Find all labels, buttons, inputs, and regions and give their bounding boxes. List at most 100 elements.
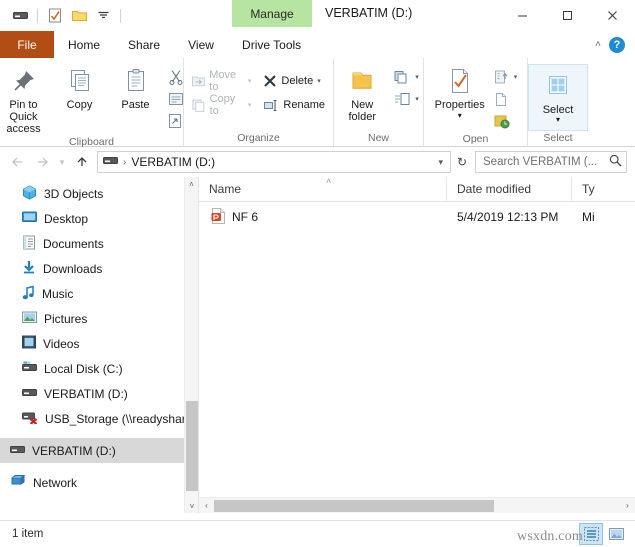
sidebar-item-music[interactable]: Music <box>0 281 198 306</box>
properties-button[interactable]: Properties ▾ <box>430 62 490 122</box>
removable-drive-icon <box>22 387 37 401</box>
tab-share[interactable]: Share <box>114 31 174 58</box>
select-caret-icon[interactable]: ▾ <box>556 114 560 126</box>
drive-icon[interactable] <box>10 6 30 26</box>
sidebar-item-3d-objects[interactable]: 3D Objects <box>0 181 198 206</box>
watermark: wsxdn.com <box>517 529 583 544</box>
breadcrumb[interactable]: › VERBATIM (D:) ▾ <box>97 151 451 173</box>
copy-button[interactable]: Copy <box>52 62 108 111</box>
scroll-down-arrow-icon[interactable]: ˅ <box>185 499 198 513</box>
column-header-type[interactable]: Ty <box>572 177 632 202</box>
new-item-button[interactable]: ▾ <box>390 66 423 88</box>
paste-label: Paste <box>121 99 150 111</box>
pin-to-quick-access-button[interactable]: Pin to Quick access <box>0 62 52 135</box>
paste-button[interactable]: Paste <box>108 62 164 111</box>
ribbon-group-clipboard: Pin to Quick access Copy Paste Clipboard <box>0 58 184 148</box>
sidebar-item-label: VERBATIM (D:) <box>44 386 128 401</box>
pin-to-quick-access-label-line2: access <box>6 123 41 135</box>
new-item-caret-icon[interactable]: ▾ <box>415 73 419 81</box>
move-to-label: Move to <box>209 69 237 93</box>
move-to-button[interactable]: Move to ▾ <box>188 69 255 93</box>
customize-dropdown-icon[interactable] <box>93 6 113 26</box>
select-group-box[interactable]: Select ▾ <box>528 64 588 131</box>
sidebar-item-network[interactable]: Network <box>0 470 198 495</box>
rename-button[interactable]: Rename <box>259 94 329 116</box>
column-header-name[interactable]: Name <box>199 176 447 202</box>
desktop-icon <box>22 211 37 227</box>
collapse-ribbon-button[interactable]: ˄ <box>595 39 601 50</box>
forward-button[interactable] <box>30 150 54 174</box>
delete-button[interactable]: Delete ▾ <box>259 70 329 92</box>
minimize-button[interactable] <box>500 0 545 30</box>
sidebar-item-desktop[interactable]: Desktop <box>0 206 198 231</box>
sidebar-item-local-disk-c[interactable]: Local Disk (C:) <box>0 356 198 381</box>
properties-check-icon[interactable] <box>45 6 65 26</box>
ribbon-group-open: Properties ▾ ▾ Open <box>424 58 528 146</box>
copy-to-label: Copy to <box>209 93 236 117</box>
sidebar-item-verbatim-d[interactable]: VERBATIM (D:) <box>0 381 198 406</box>
sidebar-item-downloads[interactable]: Downloads <box>0 256 198 281</box>
horizontal-scrollbar-thumb[interactable] <box>214 499 494 512</box>
delete-caret-icon[interactable]: ▾ <box>317 77 321 85</box>
scroll-left-arrow-icon[interactable]: ‹ <box>199 501 214 510</box>
navigation-pane-scrollbar[interactable]: ˄ ˅ <box>184 177 198 513</box>
tab-view[interactable]: View <box>174 31 228 58</box>
open-with-button[interactable]: ▾ <box>490 66 522 88</box>
tab-drive-tools[interactable]: Drive Tools <box>228 31 315 58</box>
easy-access-caret-icon[interactable]: ▾ <box>415 95 419 103</box>
file-name-label: NF 6 <box>232 210 259 224</box>
file-type-cell: Mi <box>582 210 595 224</box>
open-with-caret-icon[interactable]: ▾ <box>514 73 518 81</box>
window-title: VERBATIM (D:) <box>325 6 413 20</box>
large-icons-view-button[interactable] <box>605 524 627 544</box>
horizontal-scrollbar[interactable]: ‹ › <box>199 497 635 513</box>
ribbon-group-label-new: New <box>367 132 389 144</box>
sidebar-item-verbatim-d-root[interactable]: VERBATIM (D:) <box>0 438 198 463</box>
copy-to-button[interactable]: Copy to ▾ <box>188 93 255 117</box>
tab-file[interactable]: File <box>0 31 54 58</box>
file-list: NF 6 5/4/2019 12:13 PM Mi <box>199 202 635 513</box>
view-mode-buttons <box>579 523 627 545</box>
copy-to-caret-icon[interactable]: ▾ <box>248 101 252 109</box>
history-button[interactable] <box>490 110 522 132</box>
help-icon[interactable]: ? <box>609 36 625 53</box>
sidebar-item-usb-storage[interactable]: USB_Storage (\\readyshare) <box>0 406 198 431</box>
toolbar-divider <box>37 8 38 23</box>
new-folder-button[interactable]: New folder <box>334 62 390 123</box>
sidebar-item-videos[interactable]: Videos <box>0 331 198 356</box>
sidebar-item-label: Pictures <box>44 311 88 326</box>
recent-locations-button[interactable]: ▾ <box>54 150 70 174</box>
scroll-up-arrow-icon[interactable]: ˄ <box>185 177 198 191</box>
properties-caret-icon[interactable]: ▾ <box>458 110 462 122</box>
refresh-button[interactable]: ↻ <box>451 151 473 173</box>
easy-access-button[interactable]: ▾ <box>390 88 423 110</box>
sidebar-item-pictures[interactable]: Pictures <box>0 306 198 331</box>
scrollbar-thumb[interactable] <box>186 401 198 491</box>
new-folder-icon[interactable] <box>69 6 89 26</box>
maximize-button[interactable] <box>545 0 590 30</box>
scroll-right-arrow-icon[interactable]: › <box>620 501 635 510</box>
table-row[interactable]: NF 6 5/4/2019 12:13 PM Mi <box>199 206 635 228</box>
edit-button[interactable] <box>490 88 522 110</box>
tab-home[interactable]: Home <box>54 31 115 58</box>
search-icon[interactable] <box>609 154 622 170</box>
back-button[interactable] <box>6 150 30 174</box>
breadcrumb-separator[interactable]: › <box>123 157 126 168</box>
search-input[interactable]: Search VERBATIM (... <box>475 151 627 173</box>
sidebar-item-documents[interactable]: Documents <box>0 231 198 256</box>
title-bar: Manage VERBATIM (D:) <box>0 0 635 31</box>
file-name-cell[interactable]: NF 6 <box>199 207 447 227</box>
close-button[interactable] <box>590 0 635 30</box>
select-button[interactable]: Select ▾ <box>535 67 581 126</box>
sidebar-item-label: VERBATIM (D:) <box>32 443 116 458</box>
sort-indicator-icon: ˄ <box>326 176 332 186</box>
horizontal-scroll-track[interactable] <box>214 498 620 514</box>
search-placeholder: Search VERBATIM (... <box>483 156 598 168</box>
copy-label: Copy <box>66 99 93 111</box>
breadcrumb-verbatim[interactable]: VERBATIM (D:) <box>131 155 215 169</box>
column-header-date-modified[interactable]: Date modified <box>447 176 572 202</box>
details-view-button[interactable] <box>579 523 603 545</box>
chevron-down-icon[interactable]: ▾ <box>433 157 448 168</box>
up-button[interactable] <box>70 150 94 174</box>
move-to-caret-icon[interactable]: ▾ <box>248 77 252 85</box>
